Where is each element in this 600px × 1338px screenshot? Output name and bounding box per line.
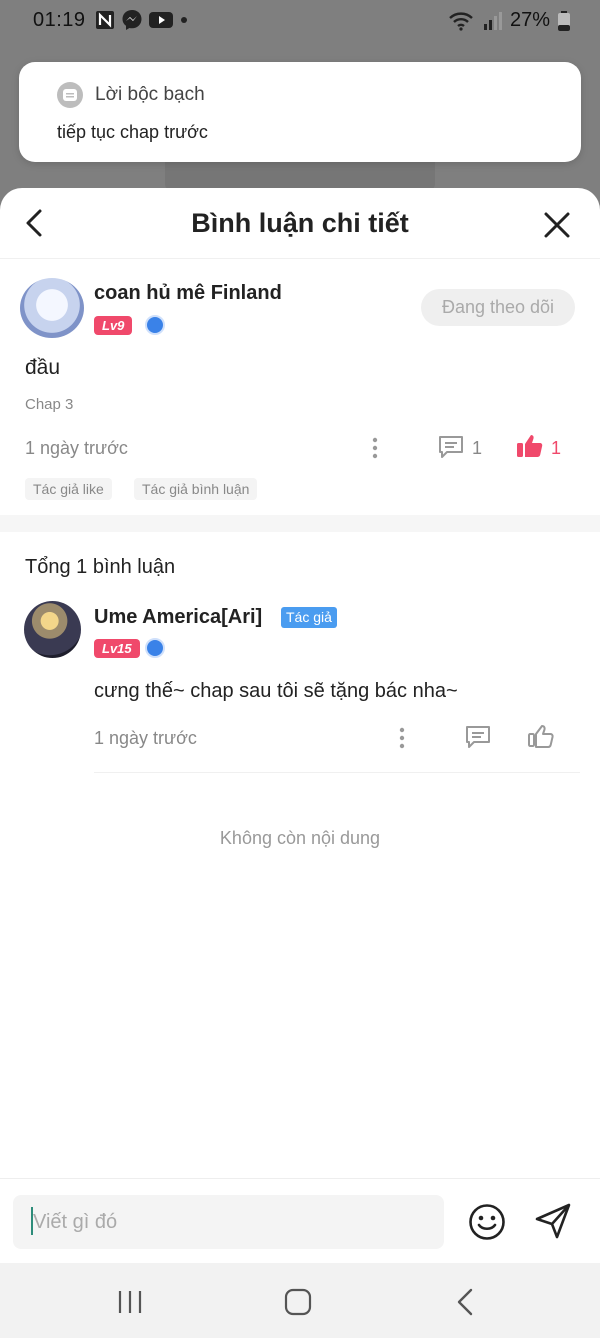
like-count: 1 bbox=[551, 438, 562, 458]
level-badge: Lv9 bbox=[94, 316, 133, 335]
comment-text: đầu bbox=[25, 356, 61, 379]
signal-icon bbox=[483, 11, 502, 30]
following-button[interactable]: Đang theo dõi bbox=[421, 289, 575, 326]
input-bar-divider bbox=[0, 1178, 600, 1179]
thumbs-up-icon[interactable] bbox=[527, 723, 555, 749]
home-icon[interactable] bbox=[283, 1288, 313, 1316]
chapter-label[interactable]: Chap 3 bbox=[25, 396, 73, 413]
vip-icon bbox=[145, 638, 165, 658]
thumbs-up-filled-icon[interactable] bbox=[516, 433, 544, 459]
avatar[interactable] bbox=[24, 601, 81, 658]
dot-icon bbox=[181, 17, 187, 23]
battery-icon bbox=[558, 10, 570, 31]
more-options-icon[interactable] bbox=[397, 726, 407, 750]
reply-text: cưng thế~ chap sau tôi sẽ tặng bác nha~ bbox=[94, 680, 458, 702]
close-icon[interactable] bbox=[542, 210, 572, 240]
avatar[interactable] bbox=[20, 278, 84, 338]
wifi-icon bbox=[449, 11, 473, 31]
status-right: 27% bbox=[448, 9, 570, 32]
section-divider bbox=[0, 515, 600, 532]
reply-icon[interactable] bbox=[464, 724, 492, 750]
comment-time: 1 ngày trước bbox=[25, 438, 128, 458]
commenter-name[interactable]: coan hủ mê Finland bbox=[94, 282, 282, 305]
reply-count: 1 bbox=[472, 438, 483, 458]
more-options-icon[interactable] bbox=[370, 436, 380, 460]
sheet-header: Bình luận chi tiết bbox=[0, 188, 600, 259]
comment-detail-sheet: Bình luận chi tiết coan hủ mê Finland Lv… bbox=[0, 188, 600, 1263]
battery-percent: 27% bbox=[509, 9, 550, 31]
reply-time: 1 ngày trước bbox=[94, 728, 197, 748]
recent-apps-icon[interactable] bbox=[115, 1288, 145, 1316]
reply-divider bbox=[94, 772, 580, 773]
total-replies: Tổng 1 bình luận bbox=[25, 556, 176, 578]
send-icon[interactable] bbox=[533, 1201, 573, 1241]
status-bar: 01:19 27% bbox=[0, 0, 600, 40]
system-nav-bar bbox=[0, 1263, 600, 1338]
notification-app-name: Lời bộc bạch bbox=[95, 84, 205, 105]
notification-message: tiếp tục chap trước bbox=[57, 122, 208, 142]
end-of-content: Không còn nội dung bbox=[219, 828, 381, 848]
youtube-icon bbox=[149, 12, 173, 28]
sheet-title: Bình luận chi tiết bbox=[191, 208, 409, 238]
text-caret bbox=[31, 1207, 33, 1235]
status-app-icons bbox=[95, 9, 189, 31]
emoji-icon[interactable] bbox=[468, 1203, 506, 1241]
message-app-icon bbox=[57, 82, 83, 108]
level-badge: Lv15 bbox=[94, 639, 140, 658]
nav-back-icon[interactable] bbox=[452, 1288, 482, 1316]
status-time: 01:19 bbox=[33, 9, 86, 31]
author-liked-tag: Tác giả like bbox=[25, 478, 112, 500]
notification-toast[interactable]: Lời bộc bạch tiếp tục chap trước bbox=[19, 62, 581, 162]
comment-input[interactable]: Viết gì đó bbox=[13, 1195, 444, 1249]
reply-icon[interactable] bbox=[437, 434, 465, 460]
author-commented-tag: Tác giả bình luận bbox=[134, 478, 258, 500]
author-badge: Tác giả bbox=[281, 607, 337, 628]
messenger-icon bbox=[122, 10, 142, 30]
vip-icon bbox=[145, 315, 165, 335]
replier-name[interactable]: Ume America[Ari] bbox=[94, 606, 262, 629]
n-icon bbox=[96, 11, 114, 29]
